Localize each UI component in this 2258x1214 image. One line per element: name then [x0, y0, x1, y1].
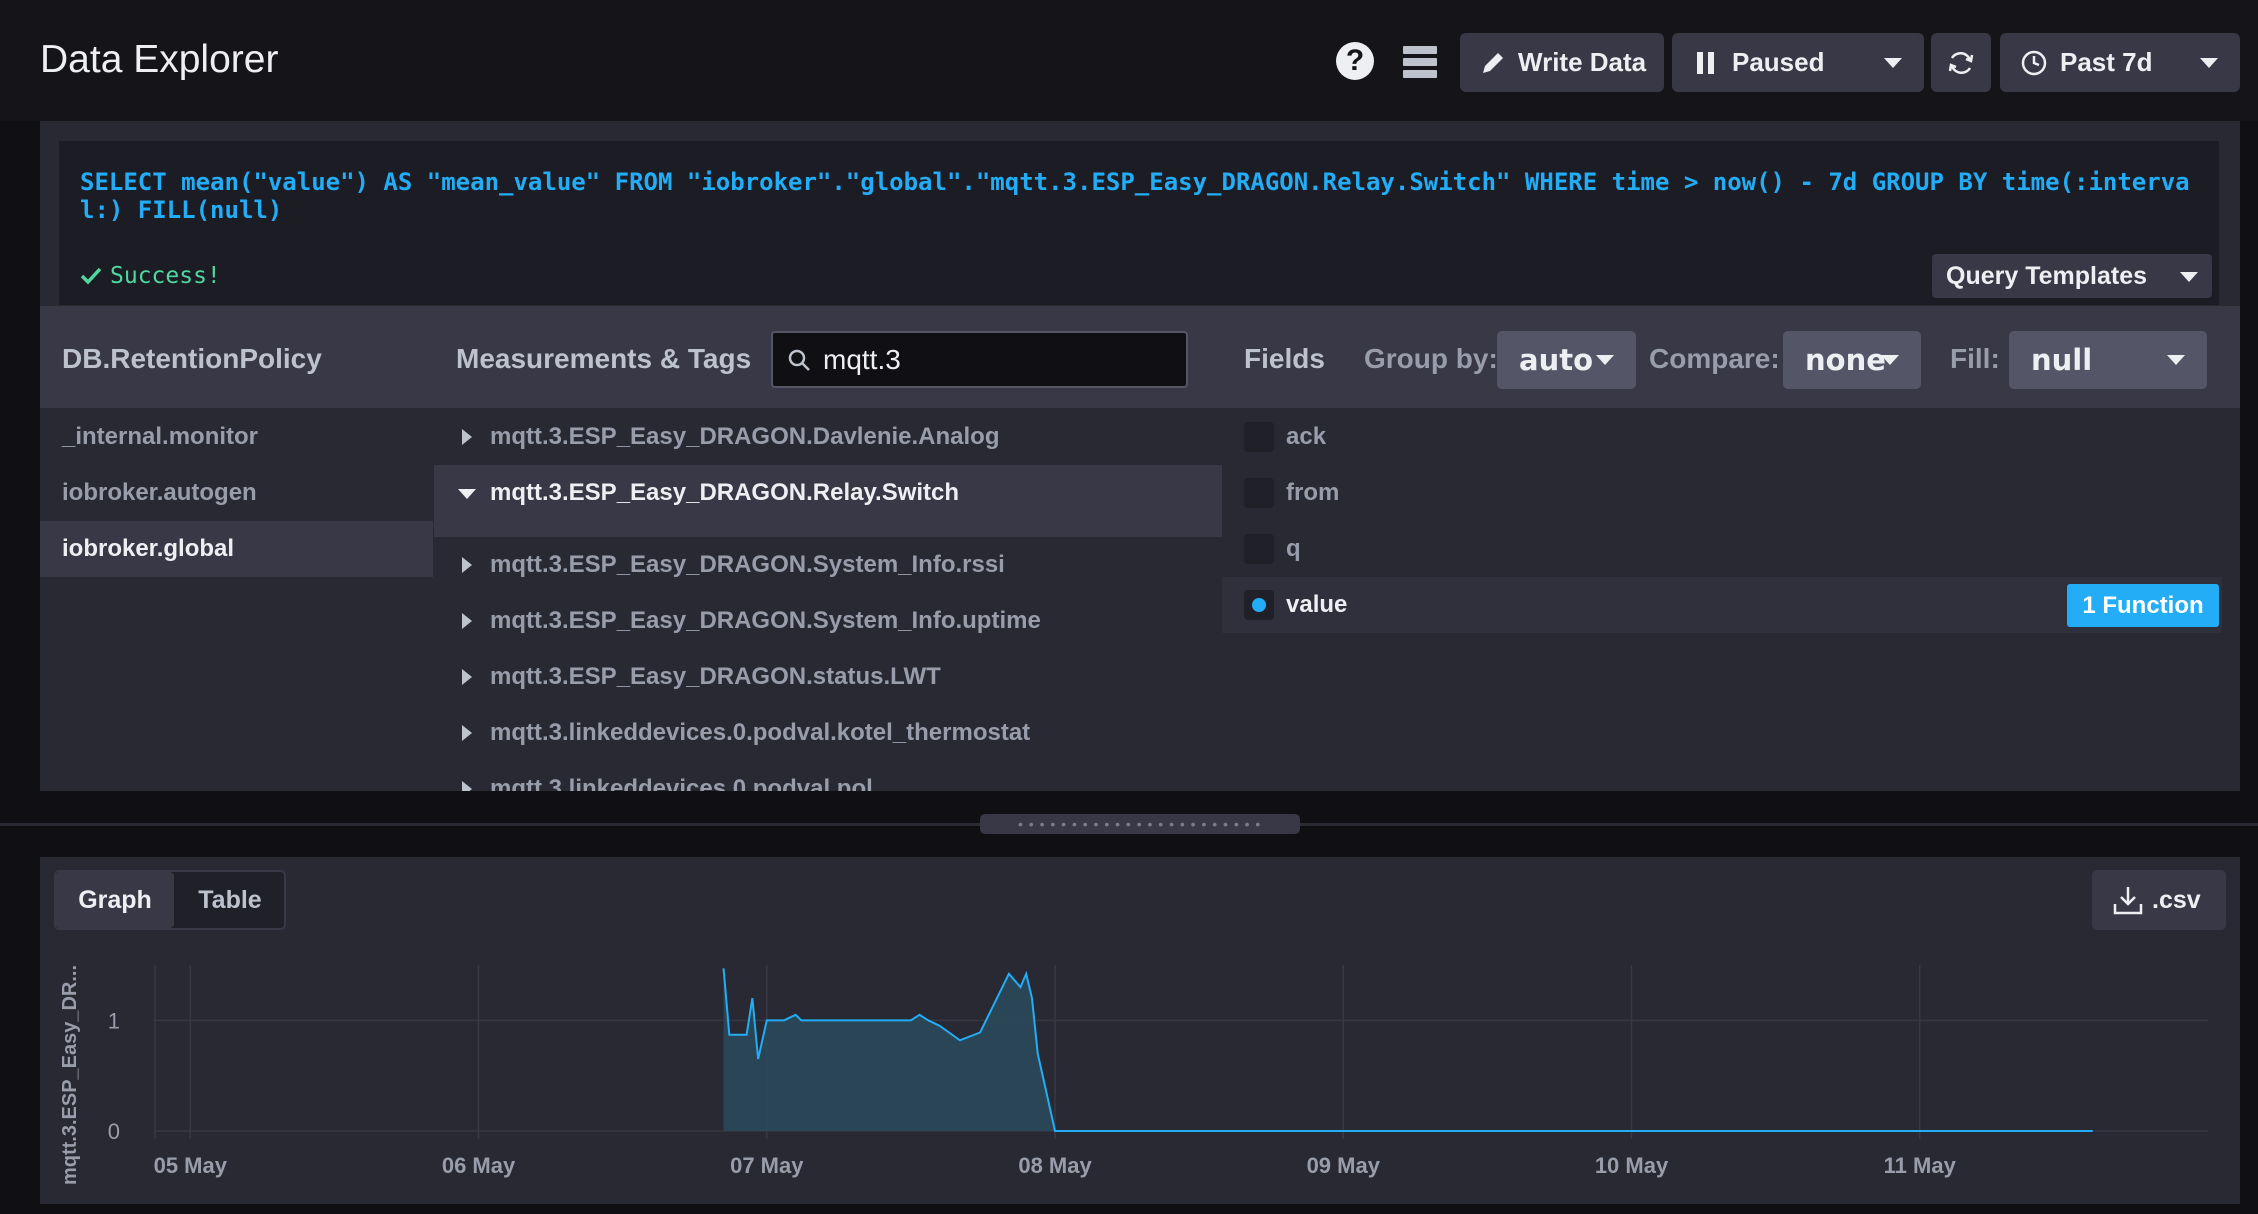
measurements-header: Measurements & Tags	[456, 343, 752, 374]
search-input[interactable]	[821, 343, 1175, 377]
db-item-iobroker-global[interactable]: iobroker.global	[40, 521, 433, 577]
write-data-label: Write Data	[1518, 47, 1647, 77]
field-item-from[interactable]: from	[1222, 465, 2222, 521]
measurement-label: mqtt.3.ESP_Easy_DRAGON.Relay.Switch	[490, 479, 960, 506]
measurement-label: mqtt.3.linkeddevices.0.podval.kotel_ther…	[490, 719, 1031, 746]
field-item-q[interactable]: q	[1222, 521, 2222, 577]
time-range-dropdown[interactable]: Past 7d	[2000, 33, 2240, 92]
tab-graph[interactable]: Graph	[56, 872, 174, 928]
time-range-label: Past 7d	[2060, 47, 2153, 77]
caret-right-icon	[462, 557, 472, 573]
compare-label: Compare:	[1649, 343, 1780, 374]
csv-label: .csv	[2152, 885, 2201, 914]
query-status: Success!	[80, 263, 221, 289]
clock-icon	[2021, 50, 2047, 75]
measurement-label: mqtt.3.ESP_Easy_DRAGON.System_Info.rssi	[490, 551, 1005, 578]
chevron-down-icon	[1596, 355, 1614, 365]
measurement-item[interactable]: mqtt.3.ESP_Easy_DRAGON.System_Info.uptim…	[434, 593, 1222, 649]
drag-dots-icon: • • • • • • • • • • • • • • • • • • • • …	[1018, 816, 1262, 830]
query-templates-label: Query Templates	[1946, 261, 2148, 290]
compare-dropdown[interactable]: none	[1783, 331, 1921, 389]
caret-right-icon	[462, 613, 472, 629]
field-label: value	[1286, 591, 1348, 618]
measurement-list: mqtt.3.ESP_Easy_DRAGON.Davlenie.Analog m…	[434, 408, 1222, 791]
measurement-search[interactable]	[771, 331, 1188, 388]
download-icon	[2113, 887, 2143, 915]
x-tick-label: 10 May	[1595, 1153, 1669, 1178]
measurement-label: mqtt.3.ESP_Easy_DRAGON.System_Info.uptim…	[490, 607, 1041, 634]
measurement-item[interactable]: mqtt.3.ESP_Easy_DRAGON.System_Info.rssi	[434, 537, 1222, 593]
series-area	[723, 968, 2093, 1131]
caret-right-icon	[462, 725, 472, 741]
group-by-value: auto	[1519, 343, 1594, 377]
measurement-label: mqtt.3.ESP_Easy_DRAGON.Davlenie.Analog	[490, 423, 1000, 450]
page-title: Data Explorer	[40, 38, 279, 81]
x-tick-label: 11 May	[1884, 1153, 1957, 1178]
field-checkbox[interactable]	[1244, 422, 1274, 452]
compare-value: none	[1805, 343, 1886, 377]
field-label: from	[1286, 479, 1340, 506]
db-item-internal-monitor[interactable]: _internal.monitor	[40, 409, 433, 465]
x-tick-label: 05 May	[154, 1153, 228, 1178]
pencil-icon	[1483, 52, 1503, 73]
group-by-dropdown[interactable]: auto	[1497, 331, 1636, 389]
query-templates-dropdown[interactable]: Query Templates	[1932, 254, 2212, 298]
measurement-item[interactable]: mqtt.3.ESP_Easy_DRAGON.status.LWT	[434, 649, 1222, 705]
measurement-item[interactable]: mqtt.3.linkeddevices.0.podval.kotel_ther…	[434, 705, 1222, 761]
caret-right-icon	[462, 781, 472, 791]
caret-right-icon	[462, 429, 472, 445]
field-checkbox[interactable]	[1244, 534, 1274, 564]
fields-header: Fields	[1244, 343, 1325, 374]
tab-table[interactable]: Table	[176, 872, 284, 928]
y-axis-label: mqtt.3.ESP_Easy_DR...	[59, 965, 81, 1185]
fill-label: Fill:	[1950, 343, 2000, 374]
refresh-icon	[1948, 51, 1974, 74]
paused-label: Paused	[1732, 47, 1825, 77]
x-tick-label: 06 May	[442, 1153, 516, 1178]
server-list-icon[interactable]	[1403, 46, 1437, 78]
results-chart: 0 1 05 May 06 May 07 May 08 May 09 May 10 May 11…	[59, 965, 2208, 1185]
query-text[interactable]: SELECT mean("value") AS "mean_value" FRO…	[80, 168, 2200, 224]
refresh-button[interactable]	[1931, 33, 1991, 92]
fill-value: null	[2031, 343, 2093, 377]
measurement-label: mqtt.3.ESP_Easy_DRAGON.status.LWT	[490, 663, 941, 690]
chevron-down-icon	[2180, 272, 2198, 282]
x-tick-label: 09 May	[1307, 1153, 1381, 1178]
db-item-iobroker-autogen[interactable]: iobroker.autogen	[40, 465, 433, 521]
measurement-item[interactable]: mqtt.3.linkeddevices.0.podval.pol	[434, 761, 1222, 791]
measurement-item-selected[interactable]: mqtt.3.ESP_Easy_DRAGON.Relay.Switch	[434, 465, 1222, 537]
query-status-text: Success!	[110, 263, 221, 289]
field-checkbox-checked[interactable]	[1244, 590, 1274, 620]
y-tick-label: 0	[108, 1119, 120, 1144]
search-icon	[788, 349, 810, 371]
field-label: ack	[1286, 423, 1327, 450]
field-item-ack[interactable]: ack	[1222, 409, 2222, 465]
x-tick-label: 07 May	[730, 1153, 804, 1178]
x-tick-label: 08 May	[1018, 1153, 1092, 1178]
group-by-label: Group by:	[1364, 343, 1498, 374]
check-icon	[80, 267, 102, 285]
measurement-label: mqtt.3.linkeddevices.0.podval.pol	[490, 775, 873, 791]
measurement-item[interactable]: mqtt.3.ESP_Easy_DRAGON.Davlenie.Analog	[434, 409, 1222, 465]
pause-dropdown[interactable]: Paused	[1672, 33, 1924, 92]
pause-icon	[1697, 51, 1714, 74]
write-data-button[interactable]: Write Data	[1460, 33, 1664, 92]
fill-dropdown[interactable]: null	[2009, 331, 2207, 389]
field-label: q	[1286, 535, 1301, 562]
chevron-down-icon	[1884, 58, 1902, 68]
chevron-down-icon	[2167, 355, 2185, 365]
function-badge[interactable]: 1 Function	[2067, 584, 2219, 627]
y-tick-label: 1	[108, 1008, 120, 1033]
chevron-down-icon	[1881, 355, 1899, 365]
csv-download-button[interactable]: .csv	[2092, 870, 2226, 930]
db-header: DB.RetentionPolicy	[62, 343, 322, 374]
caret-right-icon	[462, 669, 472, 685]
field-checkbox[interactable]	[1244, 478, 1274, 508]
caret-down-icon	[458, 489, 476, 499]
help-icon[interactable]: ?	[1336, 42, 1374, 80]
chevron-down-icon	[2200, 58, 2218, 68]
